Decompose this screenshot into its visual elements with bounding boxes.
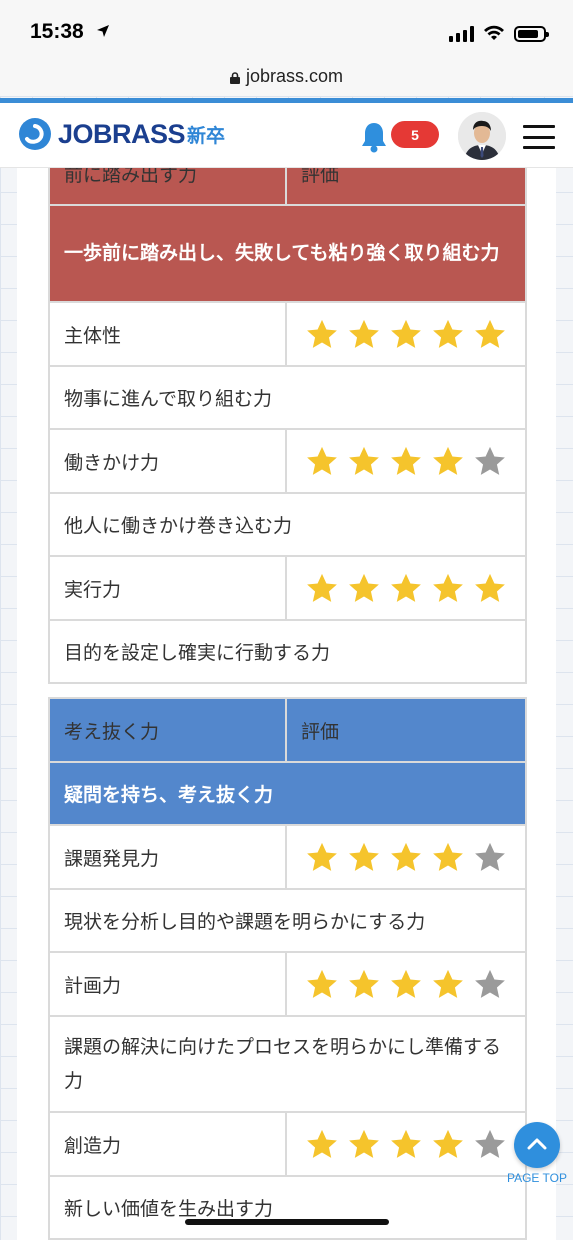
logo-subtext: 新卒 [187, 124, 226, 147]
logo-mark-icon [19, 118, 51, 150]
star-filled-icon [433, 1129, 463, 1158]
skill-description: 新しい価値を生み出す力 [48, 1175, 527, 1240]
cellular-signal-icon [449, 26, 474, 42]
star-rating [285, 301, 527, 367]
star-filled-icon [391, 573, 421, 602]
notification-bell-icon[interactable] [360, 121, 388, 153]
star-empty-icon [475, 969, 505, 998]
column-header-skill: 前に踏み出す力 [48, 168, 287, 206]
star-filled-icon [307, 842, 337, 871]
star-filled-icon [307, 573, 337, 602]
skill-description: 目的を設定し確実に行動する力 [48, 619, 527, 684]
star-filled-icon [307, 1129, 337, 1158]
logo-text: JOBRASS [58, 118, 186, 149]
user-avatar[interactable] [458, 112, 506, 160]
star-filled-icon [475, 573, 505, 602]
star-filled-icon [433, 969, 463, 998]
status-bar: 15:38 [0, 0, 573, 62]
skill-description: 課題の解決に向けたプロセスを明らかにし準備する力 [48, 1015, 527, 1113]
skill-name: 働きかけ力 [48, 428, 287, 494]
star-filled-icon [349, 969, 379, 998]
skill-description: 他人に働きかけ巻き込む力 [48, 492, 527, 557]
location-arrow-icon [97, 25, 109, 37]
star-filled-icon [307, 319, 337, 348]
chevron-up-icon [527, 1138, 547, 1150]
star-rating [285, 824, 527, 890]
star-filled-icon [391, 319, 421, 348]
site-header: JOBRASS 新卒 5 [0, 103, 573, 168]
status-time: 15:38 [30, 20, 84, 43]
star-rating [285, 428, 527, 494]
skill-name: 課題発見力 [48, 824, 287, 890]
star-filled-icon [391, 969, 421, 998]
column-header-rating: 評価 [285, 168, 527, 206]
home-indicator[interactable] [185, 1219, 389, 1225]
jobrass-logo[interactable]: JOBRASS 新卒 [18, 117, 225, 151]
skill-name: 実行力 [48, 555, 287, 621]
content-card: 前に踏み出す力 評価 一歩前に踏み出し、失敗しても粘り強く取り組む力 主体性 物… [17, 168, 556, 1240]
category-description: 疑問を持ち、考え抜く力 [48, 761, 527, 826]
star-filled-icon [391, 842, 421, 871]
star-filled-icon [349, 842, 379, 871]
skill-description: 現状を分析し目的や課題を明らかにする力 [48, 888, 527, 953]
star-filled-icon [475, 319, 505, 348]
star-rating [285, 555, 527, 621]
star-filled-icon [391, 1129, 421, 1158]
star-empty-icon [475, 842, 505, 871]
url-text: jobrass.com [245, 65, 344, 86]
star-filled-icon [433, 446, 463, 475]
star-empty-icon [475, 446, 505, 475]
battery-icon [514, 26, 549, 42]
skill-name: 計画力 [48, 951, 287, 1017]
star-filled-icon [349, 1129, 379, 1158]
skill-description: 物事に進んで取り組む力 [48, 365, 527, 430]
skill-table-thinking: 考え抜く力 評価 疑問を持ち、考え抜く力 課題発見力 現状を分析し目的や課題を明… [48, 697, 527, 1240]
hamburger-menu-icon[interactable] [523, 125, 555, 149]
page-top-label[interactable]: PAGE TOP [498, 1171, 573, 1185]
star-rating [285, 1111, 527, 1177]
star-filled-icon [349, 573, 379, 602]
star-filled-icon [349, 446, 379, 475]
address-bar[interactable]: jobrass.com [0, 56, 573, 96]
notification-count-badge[interactable]: 5 [391, 121, 439, 148]
star-empty-icon [475, 1129, 505, 1158]
page-top-button[interactable] [514, 1122, 560, 1168]
star-rating [285, 951, 527, 1017]
skill-table-forward: 前に踏み出す力 評価 一歩前に踏み出し、失敗しても粘り強く取り組む力 主体性 物… [48, 168, 527, 684]
star-filled-icon [349, 319, 379, 348]
star-filled-icon [307, 446, 337, 475]
star-filled-icon [433, 573, 463, 602]
wifi-icon [484, 25, 504, 40]
star-filled-icon [433, 319, 463, 348]
skill-name: 創造力 [48, 1111, 287, 1177]
star-filled-icon [307, 969, 337, 998]
lock-icon [229, 72, 240, 84]
skill-name: 主体性 [48, 301, 287, 367]
star-filled-icon [391, 446, 421, 475]
column-header-skill: 考え抜く力 [48, 697, 287, 763]
category-description: 一歩前に踏み出し、失敗しても粘り強く取り組む力 [48, 204, 527, 303]
column-header-rating: 評価 [285, 697, 527, 763]
star-filled-icon [433, 842, 463, 871]
